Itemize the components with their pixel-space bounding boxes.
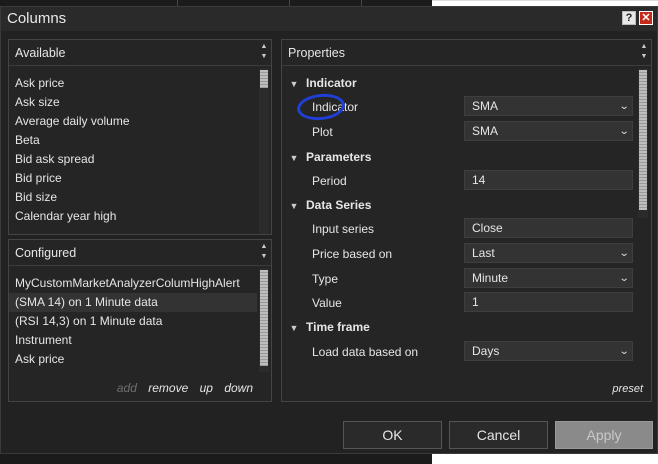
property-row-type: Type Minute ⌄ (282, 268, 633, 290)
configured-scrollbar[interactable] (259, 268, 269, 372)
columns-dialog: Columns ? ✕ Available ▲ ▼ Ask price Ask … (0, 6, 658, 454)
list-item[interactable]: Calendar year high (9, 207, 257, 226)
category-indicator[interactable]: ▼ Indicator (282, 72, 357, 94)
property-label: Load data based on (312, 345, 419, 359)
property-row-period: Period 14 (282, 170, 633, 192)
configured-panel: Configured ▲ ▼ MyCustomMarketAnalyzerCol… (8, 239, 272, 402)
category-label: Data Series (306, 198, 372, 212)
chevron-down-icon[interactable]: ⌄ (618, 97, 629, 116)
indicator-select[interactable]: SMA ⌄ (464, 96, 633, 116)
select-value: Last (472, 246, 495, 260)
property-row-load-data-based-on: Load data based on Days ⌄ (282, 341, 633, 363)
collapse-caret-icon[interactable]: ▼ (286, 317, 302, 339)
title-bar: Columns ? ✕ (1, 7, 657, 31)
select-value: SMA (472, 124, 499, 138)
list-item[interactable]: Ask price (9, 74, 257, 93)
scroll-down-icon[interactable]: ▼ (639, 52, 649, 62)
type-select[interactable]: Minute ⌄ (464, 268, 633, 288)
property-label: Type (312, 272, 339, 286)
ok-button[interactable]: OK (343, 421, 442, 449)
chevron-down-icon[interactable]: ⌄ (618, 269, 629, 288)
chevron-down-icon[interactable]: ⌄ (618, 122, 629, 141)
background-app-bottom (0, 454, 432, 464)
apply-button[interactable]: Apply (555, 421, 653, 449)
select-value: Days (472, 344, 500, 358)
up-link[interactable]: up (200, 381, 213, 395)
available-header-scroll[interactable]: ▲ ▼ (259, 42, 269, 62)
scroll-thumb[interactable] (639, 70, 647, 210)
scroll-up-icon[interactable]: ▲ (259, 242, 269, 252)
list-item[interactable]: Bid price (9, 169, 257, 188)
close-button[interactable]: ✕ (639, 11, 653, 25)
configured-title: Configured (15, 246, 77, 260)
configured-actions: add remove up down (109, 381, 253, 395)
category-time-frame[interactable]: ▼ Time frame (282, 316, 370, 338)
scroll-up-icon[interactable]: ▲ (639, 42, 649, 52)
configured-list: MyCustomMarketAnalyzerColumHighAlert (SM… (9, 274, 257, 369)
input-series-field[interactable]: Close (464, 218, 633, 238)
select-value: SMA (472, 99, 499, 113)
property-row-value: Value 1 (282, 292, 633, 314)
collapse-caret-icon[interactable]: ▼ (286, 195, 302, 217)
property-label: Price based on (312, 247, 393, 261)
available-list: Ask price Ask size Average daily volume … (9, 74, 257, 226)
period-input[interactable]: 14 (464, 170, 633, 190)
down-link[interactable]: down (224, 381, 253, 395)
property-label: Period (312, 174, 347, 188)
category-parameters[interactable]: ▼ Parameters (282, 146, 372, 169)
window-title: Columns (7, 10, 67, 27)
help-button[interactable]: ? (622, 11, 636, 25)
chevron-down-icon[interactable]: ⌄ (618, 244, 629, 263)
properties-title: Properties (288, 46, 345, 60)
price-based-on-select[interactable]: Last ⌄ (464, 243, 633, 263)
property-label: Input series (312, 222, 375, 236)
scroll-down-icon[interactable]: ▼ (259, 52, 269, 62)
load-data-based-on-select[interactable]: Days ⌄ (464, 341, 633, 361)
properties-header: Properties ▲ ▼ (282, 40, 651, 66)
properties-header-scroll[interactable]: ▲ ▼ (639, 42, 649, 62)
available-panel: Available ▲ ▼ Ask price Ask size Average… (8, 39, 272, 235)
plot-select[interactable]: SMA ⌄ (464, 121, 633, 141)
property-label: Plot (312, 125, 333, 139)
configured-header: Configured ▲ ▼ (9, 240, 271, 266)
list-item[interactable]: (RSI 14,3) on 1 Minute data (9, 312, 257, 331)
list-item[interactable]: Bid size (9, 188, 257, 207)
property-row-plot: Plot SMA ⌄ (282, 121, 633, 143)
available-title: Available (15, 46, 66, 60)
list-item[interactable]: Beta (9, 131, 257, 150)
properties-scrollbar[interactable] (638, 68, 648, 218)
select-value: Minute (472, 271, 509, 285)
available-header: Available ▲ ▼ (9, 40, 271, 66)
scroll-thumb[interactable] (260, 270, 268, 366)
scroll-up-icon[interactable]: ▲ (259, 42, 269, 52)
category-label: Parameters (306, 150, 372, 164)
value-input[interactable]: 1 (464, 292, 633, 312)
properties-panel: Properties ▲ ▼ ▼ Indicator Indicator SMA ⌄… (281, 39, 652, 402)
configured-header-scroll[interactable]: ▲ ▼ (259, 242, 269, 262)
list-item[interactable]: Average daily volume (9, 112, 257, 131)
category-label: Time frame (306, 320, 370, 334)
list-item[interactable]: MyCustomMarketAnalyzerColumHighAlert (9, 274, 257, 293)
preset-link[interactable]: preset (612, 383, 643, 395)
remove-link[interactable]: remove (148, 381, 188, 395)
list-item-selected[interactable]: (SMA 14) on 1 Minute data (9, 293, 257, 312)
available-scrollbar[interactable] (259, 68, 269, 234)
chevron-down-icon[interactable]: ⌄ (618, 342, 629, 361)
cancel-button[interactable]: Cancel (449, 421, 548, 449)
add-link[interactable]: add (117, 381, 137, 395)
property-row-input-series: Input series Close (282, 218, 633, 240)
scroll-down-icon[interactable]: ▼ (259, 252, 269, 262)
list-item[interactable]: Instrument (9, 331, 257, 350)
collapse-caret-icon[interactable]: ▼ (286, 147, 302, 169)
property-row-price-based-on: Price based on Last ⌄ (282, 243, 633, 265)
category-label: Indicator (306, 76, 357, 90)
collapse-caret-icon[interactable]: ▼ (286, 73, 302, 95)
scroll-thumb[interactable] (260, 70, 268, 88)
category-data-series[interactable]: ▼ Data Series (282, 194, 372, 217)
list-item[interactable]: Ask price (9, 350, 257, 369)
list-item[interactable]: Bid ask spread (9, 150, 257, 169)
list-item[interactable]: Ask size (9, 93, 257, 112)
property-label: Value (312, 296, 342, 310)
